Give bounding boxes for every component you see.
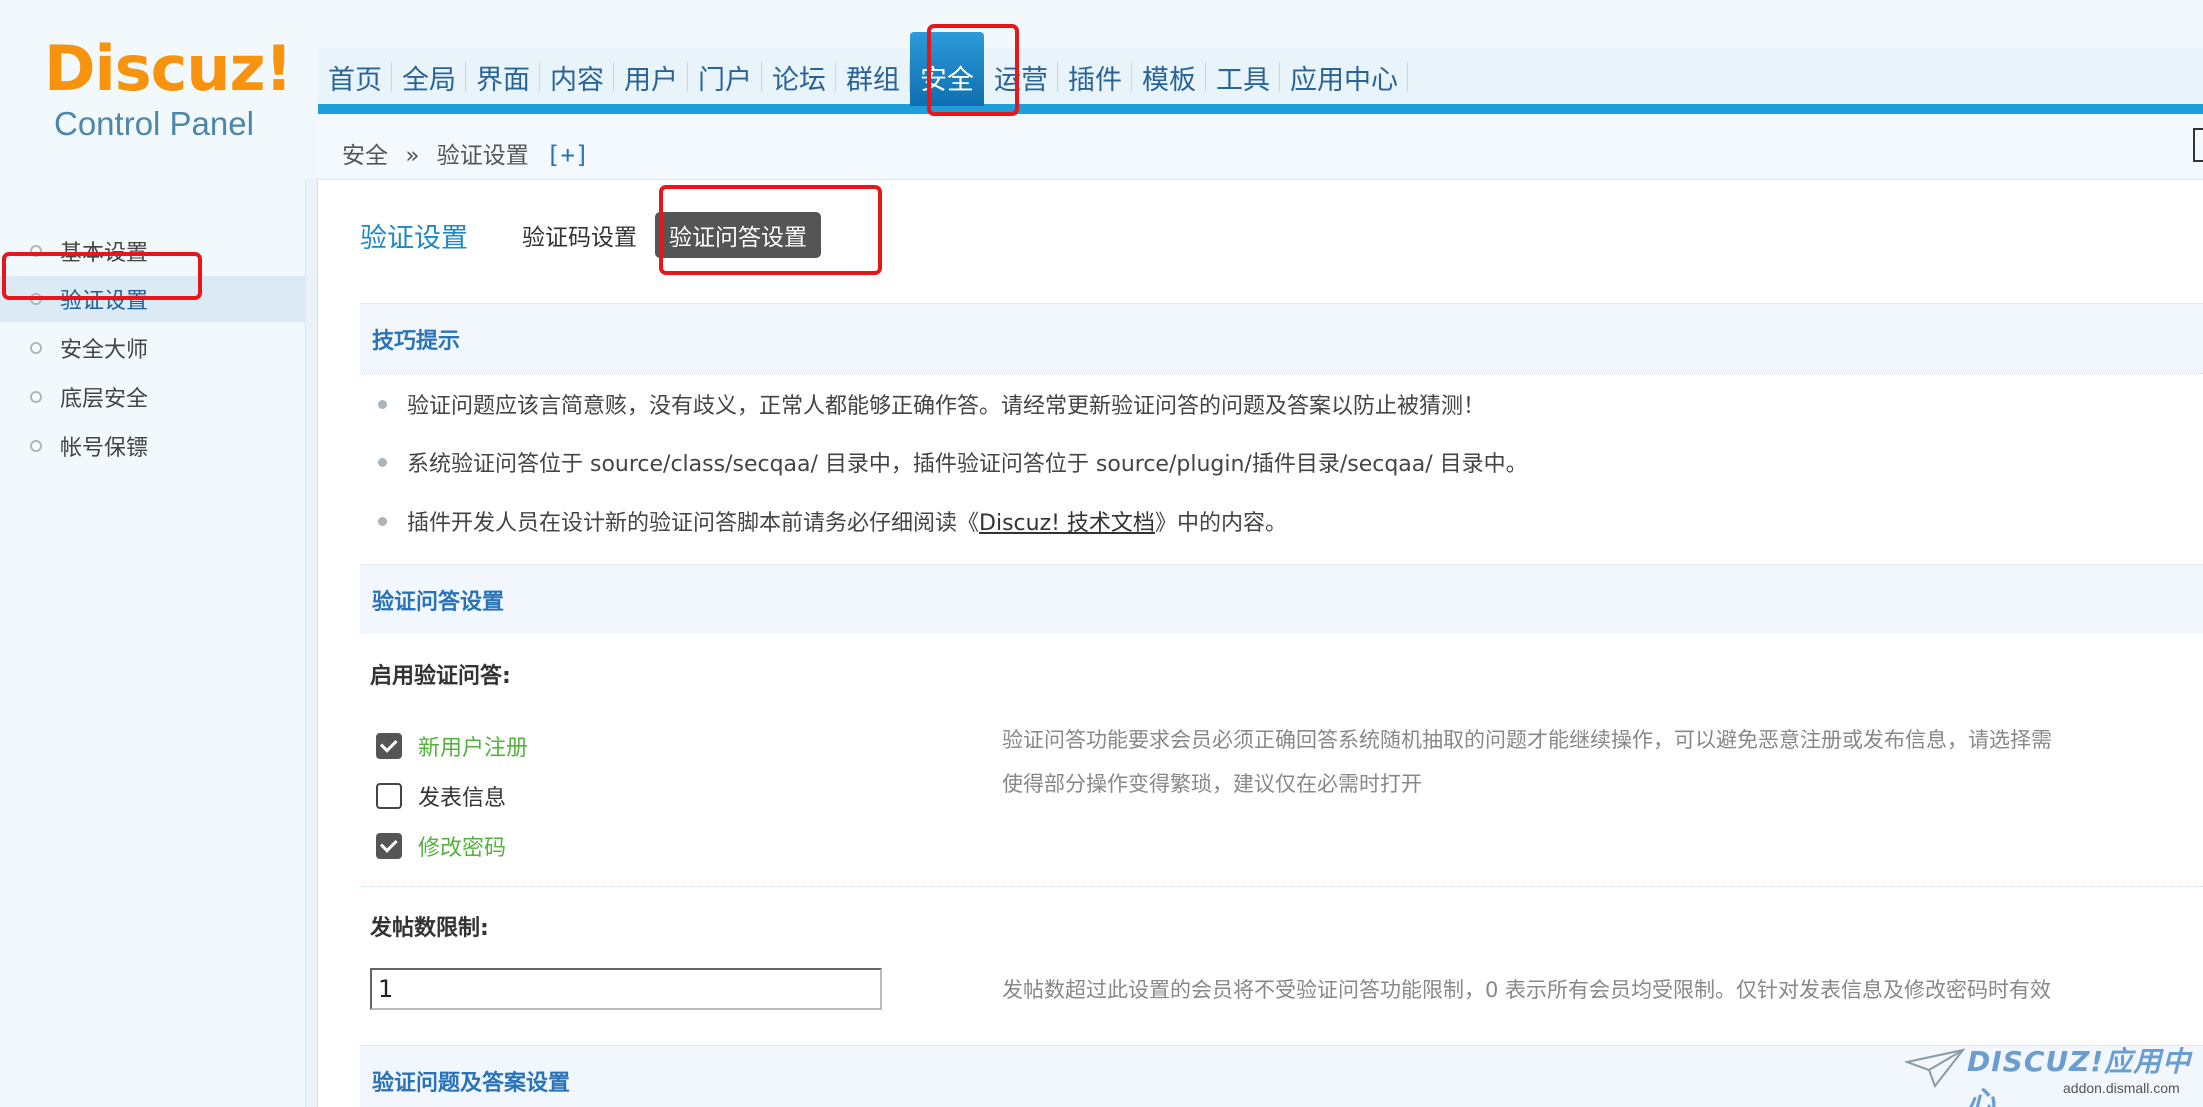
option-label: 新用户注册 xyxy=(418,736,529,761)
frame-toggle[interactable] xyxy=(2193,128,2203,162)
nav-item-global[interactable]: 全局 xyxy=(392,48,466,106)
sidebar-item-account-guard[interactable]: 帐号保镖 xyxy=(0,423,306,469)
nav-item-content[interactable]: 内容 xyxy=(540,48,614,106)
top-nav: 首页 全局 界面 内容 用户 门户 论坛 群组 安全 运营 插件 模板 工具 应… xyxy=(318,32,1408,106)
nav-item-plugin[interactable]: 插件 xyxy=(1058,48,1132,106)
tip-item: 系统验证问答位于 source/class/secqaa/ 目录中，插件验证问答… xyxy=(378,446,1528,478)
option-label: 发表信息 xyxy=(418,786,507,811)
nav-item-template[interactable]: 模板 xyxy=(1132,48,1206,106)
sidebar-item-label: 安全大师 xyxy=(60,338,149,363)
sidebar: 基本设置 验证设置 安全大师 底层安全 帐号保镖 xyxy=(0,178,306,1107)
paper-plane-icon xyxy=(1905,1048,1965,1088)
nav-item-home[interactable]: 首页 xyxy=(318,48,392,106)
watermark-url: addon.dismall.com xyxy=(2063,1080,2180,1096)
bullet-icon xyxy=(30,245,42,257)
row-divider xyxy=(360,886,2203,887)
option-register[interactable]: 新用户注册 xyxy=(376,730,528,762)
tip-item: 验证问题应该言简意赅，没有歧义，正常人都能够正确作答。请经常更新验证问答的问题及… xyxy=(378,388,1485,420)
watermark-logo: DISCUZ!应用中心 addon.dismall.com xyxy=(1905,1040,2203,1107)
breadcrumb-separator: » xyxy=(405,143,420,169)
nav-item-style[interactable]: 界面 xyxy=(466,48,540,106)
control-panel-page: Discuz! Control Panel 首页 全局 界面 内容 用户 门户 … xyxy=(0,0,2203,1107)
breadcrumb-page: 验证设置 xyxy=(436,143,529,169)
bullet-icon xyxy=(30,440,42,452)
tip-text: 验证问题应该言简意赅，没有歧义，正常人都能够正确作答。请经常更新验证问答的问题及… xyxy=(407,394,1486,419)
tips-heading: 技巧提示 xyxy=(360,303,2203,373)
main-content: 验证设置 验证码设置 验证问答设置 技巧提示 验证问题应该言简意赅，没有歧义，正… xyxy=(360,180,2203,1107)
sidebar-item-basic[interactable]: 基本设置 xyxy=(0,228,306,274)
post-limit-input[interactable] xyxy=(370,968,882,1010)
nav-item-app-center[interactable]: 应用中心 xyxy=(1280,48,1408,106)
enable-secqaa-description: 验证问答功能要求会员必须正确回答系统随机抽取的问题才能继续操作，可以避免恶意注册… xyxy=(1002,718,2052,806)
tip-text: 插件开发人员在设计新的验证问答脚本前请务必仔细阅读《 xyxy=(407,511,980,536)
sidebar-item-base-security[interactable]: 底层安全 xyxy=(0,374,306,420)
option-label: 修改密码 xyxy=(418,836,507,861)
option-post[interactable]: 发表信息 xyxy=(376,780,506,812)
bullet-icon xyxy=(378,516,387,526)
breadcrumb: 安全 » 验证设置 [+] xyxy=(342,136,599,170)
sidebar-item-label: 帐号保镖 xyxy=(60,436,149,461)
tip-item: 插件开发人员在设计新的验证问答脚本前请务必仔细阅读《 Discuz! 技术文档 … xyxy=(378,505,1287,537)
description-line: 验证问答功能要求会员必须正确回答系统随机抽取的问题才能继续操作，可以避免恶意注册… xyxy=(1002,728,2052,752)
tab-secqaa[interactable]: 验证问答设置 xyxy=(655,212,821,258)
checkbox-checked[interactable] xyxy=(376,733,402,759)
nav-item-extended[interactable]: 运营 xyxy=(984,48,1058,106)
nav-item-group[interactable]: 群组 xyxy=(836,48,910,106)
bullet-icon xyxy=(30,293,42,305)
breadcrumb-bar: 安全 » 验证设置 [+] xyxy=(318,120,2203,180)
logo-subtitle: Control Panel xyxy=(54,105,254,142)
sidebar-item-verify[interactable]: 验证设置 xyxy=(0,276,306,322)
sidebar-divider xyxy=(306,178,318,1107)
secqaa-heading: 验证问答设置 xyxy=(360,564,2203,634)
sidebar-item-label: 底层安全 xyxy=(60,387,149,412)
nav-item-user[interactable]: 用户 xyxy=(614,48,688,106)
bullet-icon xyxy=(30,391,42,403)
logo-word: Discuz! xyxy=(44,32,293,105)
watermark-brand: DISCUZ!应用中心 xyxy=(1967,1045,2192,1107)
checkbox-unchecked[interactable] xyxy=(376,783,402,809)
breadcrumb-section[interactable]: 安全 xyxy=(342,143,388,169)
nav-item-forum[interactable]: 论坛 xyxy=(762,48,836,106)
description-line: 使得部分操作变得繁琐，建议仅在必需时打开 xyxy=(1002,772,1422,796)
tips-list xyxy=(360,373,2203,374)
post-limit-description: 发帖数超过此设置的会员将不受验证问答功能限制，0 表示所有会员均受限制。仅针对发… xyxy=(1002,978,2052,1002)
sidebar-item-label: 基本设置 xyxy=(60,241,149,266)
option-password[interactable]: 修改密码 xyxy=(376,830,506,862)
nav-item-tools[interactable]: 工具 xyxy=(1206,48,1280,106)
post-limit-label: 发帖数限制: xyxy=(370,916,489,941)
add-shortcut-button[interactable]: [+] xyxy=(546,141,589,169)
nav-item-safe[interactable]: 安全 xyxy=(910,32,984,106)
discuz-logo[interactable]: Discuz! Control Panel xyxy=(44,34,293,144)
tip-text: 系统验证问答位于 source/class/secqaa/ 目录中，插件验证问答… xyxy=(407,452,1528,477)
checkbox-checked[interactable] xyxy=(376,833,402,859)
bullet-icon xyxy=(30,342,42,354)
page-title: 验证设置 xyxy=(360,222,468,254)
tech-docs-link[interactable]: Discuz! 技术文档 xyxy=(979,505,1155,537)
enable-secqaa-label: 启用验证问答: xyxy=(370,664,511,689)
sidebar-item-label: 验证设置 xyxy=(60,289,149,314)
tab-captcha[interactable]: 验证码设置 xyxy=(522,218,637,252)
bullet-icon xyxy=(378,399,387,409)
nav-item-portal[interactable]: 门户 xyxy=(688,48,762,106)
tip-text: 》中的内容。 xyxy=(1154,511,1287,536)
sidebar-item-security-master[interactable]: 安全大师 xyxy=(0,325,306,371)
setting-tabs: 验证设置 验证码设置 验证问答设置 xyxy=(360,210,839,260)
bullet-icon xyxy=(378,457,387,467)
